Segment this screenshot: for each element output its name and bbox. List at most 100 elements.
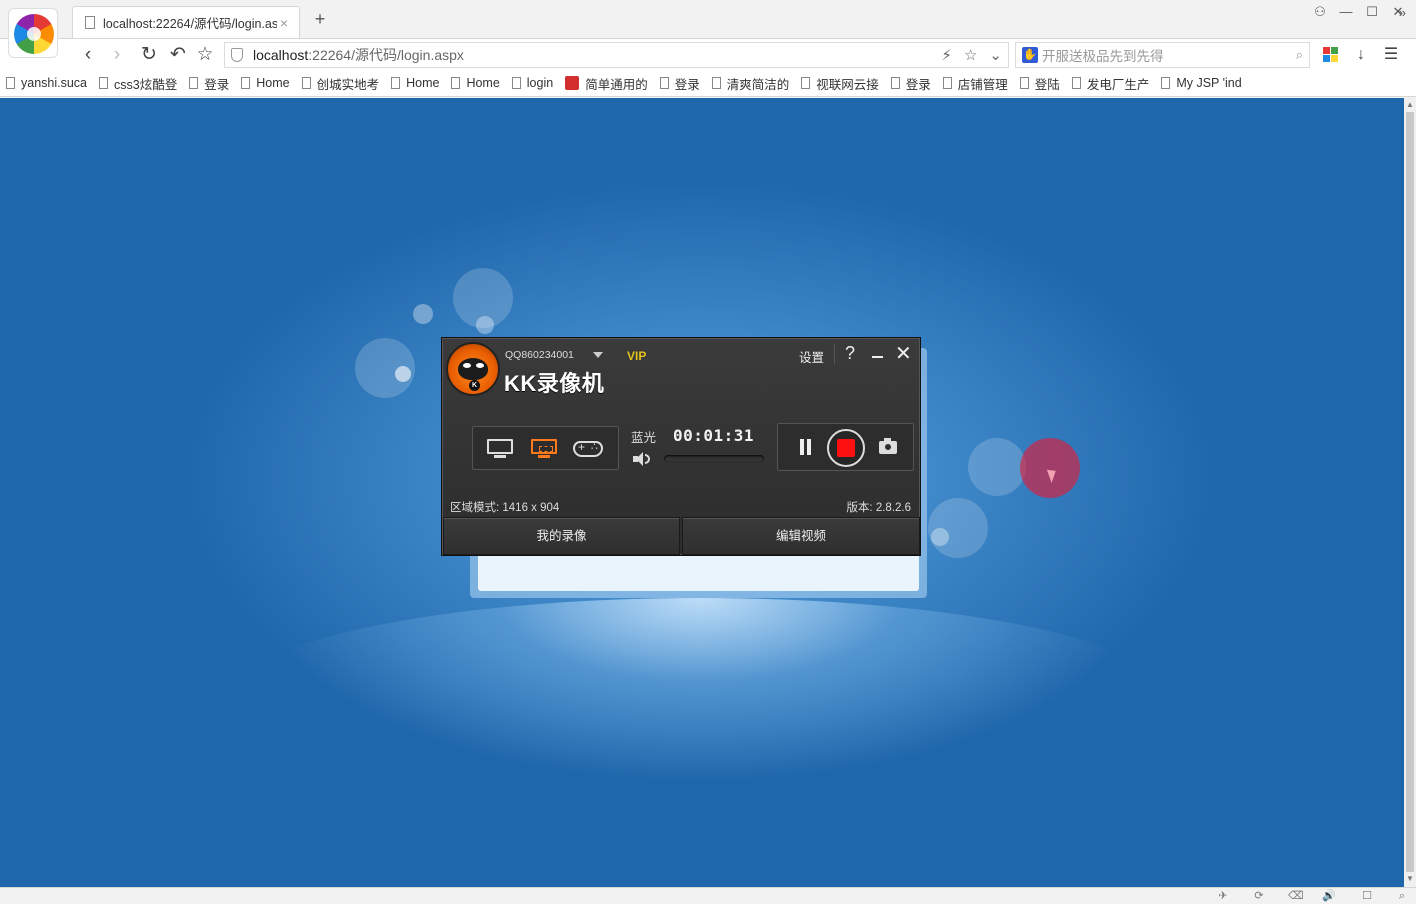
decor-bubble bbox=[931, 528, 949, 546]
chevron-down-icon[interactable]: ⌄ bbox=[989, 46, 1002, 64]
recording-timer: 00:01:31 bbox=[673, 426, 755, 445]
page-icon bbox=[1161, 77, 1171, 89]
bookmark-item[interactable]: 视联网云接 bbox=[801, 74, 879, 93]
toolbar: ‹ › ↻ ↶ ☆ localhost :22264/源代码/login.asp… bbox=[0, 38, 1416, 70]
bookmark-item[interactable]: 创城实地考 bbox=[301, 74, 379, 93]
search-icon[interactable]: ⌕ bbox=[1296, 47, 1303, 63]
search-box[interactable]: ✋ 开服送极品先到先得 ⌕ bbox=[1015, 42, 1310, 68]
bookmark-item[interactable]: 清爽简洁的 bbox=[711, 74, 790, 93]
menu-icon[interactable]: ☰ bbox=[1379, 43, 1403, 67]
accelerate-icon[interactable]: ✈ bbox=[1216, 890, 1230, 902]
bookmark-item[interactable]: 店铺管理 bbox=[942, 74, 1008, 93]
stop-record-button[interactable] bbox=[827, 429, 865, 467]
region-monitor-icon bbox=[531, 439, 557, 454]
favorite-button[interactable]: ☆ bbox=[193, 43, 217, 67]
account-dropdown-icon[interactable] bbox=[593, 352, 603, 358]
bookmark-label: 清爽简洁的 bbox=[726, 77, 790, 92]
bookmark-item[interactable]: 登录 bbox=[890, 74, 931, 93]
back-button[interactable]: ‹ bbox=[76, 43, 100, 67]
page-icon bbox=[451, 77, 461, 89]
bookmark-item[interactable]: 发电厂生产 bbox=[1071, 74, 1150, 93]
page-icon bbox=[391, 77, 401, 89]
volume-slider[interactable] bbox=[664, 455, 764, 463]
bookmark-label: 发电厂生产 bbox=[1086, 77, 1150, 92]
reload-button[interactable]: ↻ bbox=[137, 43, 161, 67]
bookmark-item[interactable]: login bbox=[511, 76, 553, 90]
monitor-stand bbox=[494, 455, 506, 458]
clear-icon[interactable]: ⌫ bbox=[1288, 890, 1304, 902]
tab-close-icon[interactable]: × bbox=[277, 15, 291, 31]
monitor-stand bbox=[538, 455, 550, 458]
bookmark-item[interactable]: css3炫酷登 bbox=[99, 74, 177, 93]
address-bar[interactable]: localhost :22264/源代码/login.aspx ⚡ ☆ ⌄ bbox=[224, 42, 1009, 68]
quality-selector[interactable]: 蓝光 bbox=[631, 427, 656, 446]
bookmark-label: Home bbox=[406, 76, 440, 90]
page-icon bbox=[659, 77, 669, 89]
url-host: localhost bbox=[253, 47, 309, 63]
title-bar: localhost:22264/源代码/login.aspx × + ⚇ — ☐… bbox=[0, 0, 1416, 58]
skin-icon[interactable]: ⚇ bbox=[1308, 2, 1332, 22]
scroll-thumb[interactable] bbox=[1406, 112, 1414, 872]
undo-close-button[interactable]: ↶ bbox=[166, 43, 190, 67]
status-bar: ✈ ⟳ ⌫ 🔊 ☐ ⌕ bbox=[0, 887, 1416, 904]
page-icon bbox=[189, 77, 199, 89]
page-icon bbox=[711, 77, 721, 89]
minimize-button[interactable] bbox=[872, 356, 883, 358]
account-name[interactable]: QQ860234001 bbox=[505, 349, 574, 361]
scroll-up-icon[interactable]: ▲ bbox=[1404, 100, 1416, 109]
scroll-down-icon[interactable]: ▼ bbox=[1404, 874, 1416, 883]
fullscreen-mode-button[interactable] bbox=[486, 437, 514, 459]
new-tab-button[interactable]: + bbox=[310, 9, 330, 29]
gamepad-icon bbox=[573, 440, 603, 457]
star-icon[interactable]: ☆ bbox=[964, 46, 977, 64]
page-icon bbox=[301, 77, 311, 89]
volume-icon[interactable] bbox=[633, 452, 651, 466]
settings-button[interactable]: 设置 bbox=[799, 347, 824, 366]
bookmark-label: Home bbox=[466, 76, 500, 90]
bookmarks-bar: yanshi.suca css3炫酷登 登录 Home 创城实地考 Home Home log… bbox=[0, 70, 1416, 97]
browser-logo-icon[interactable] bbox=[8, 8, 58, 58]
capture-mode-group bbox=[472, 426, 619, 470]
bookmark-item[interactable]: 登陆 bbox=[1019, 74, 1060, 93]
my-videos-button[interactable]: 我的录像 bbox=[443, 517, 680, 555]
close-button[interactable]: ✕ bbox=[895, 341, 912, 366]
bookmark-item[interactable]: yanshi.suca bbox=[6, 76, 87, 90]
page-icon bbox=[1071, 77, 1081, 89]
bookmark-item[interactable]: Home bbox=[451, 76, 500, 90]
zoom-icon[interactable]: ⌕ bbox=[1395, 890, 1409, 902]
bookmark-item[interactable]: 简单通用的 bbox=[565, 74, 648, 93]
region-mode-button[interactable] bbox=[530, 437, 558, 459]
camera-icon[interactable] bbox=[879, 438, 897, 454]
bookmark-label: 登录 bbox=[204, 77, 230, 92]
window-icon[interactable]: ☐ bbox=[1360, 890, 1374, 902]
region-mode-info: 区域模式: 1416 x 904 bbox=[450, 502, 560, 514]
search-placeholder: 开服送极品先到先得 bbox=[1042, 49, 1164, 64]
lightning-icon[interactable]: ⚡ bbox=[941, 46, 952, 64]
page-icon bbox=[99, 77, 109, 89]
vip-badge[interactable]: VIP bbox=[627, 349, 646, 363]
bookmark-item[interactable]: 登录 bbox=[189, 74, 229, 93]
refresh-icon[interactable]: ⟳ bbox=[1252, 890, 1266, 902]
forward-button[interactable]: › bbox=[105, 43, 129, 67]
bookmark-label: css3炫酷登 bbox=[114, 77, 178, 92]
pause-icon[interactable] bbox=[800, 439, 812, 455]
monitor-icon bbox=[487, 439, 513, 454]
decor-bubble bbox=[476, 316, 494, 334]
download-icon[interactable]: ↓ bbox=[1349, 43, 1373, 67]
apps-grid-icon[interactable] bbox=[1318, 43, 1342, 67]
edit-video-button[interactable]: 编辑视频 bbox=[682, 517, 920, 555]
bookmark-item[interactable]: Home bbox=[391, 76, 439, 90]
sound-icon[interactable]: 🔊 bbox=[1322, 890, 1336, 902]
help-button[interactable]: ? bbox=[845, 343, 855, 364]
maximize-button[interactable]: ☐ bbox=[1360, 2, 1384, 22]
bookmark-item[interactable]: My JSP 'ind bbox=[1161, 76, 1242, 90]
bookmark-item[interactable]: 登录 bbox=[659, 74, 700, 93]
tab-active[interactable]: localhost:22264/源代码/login.aspx × bbox=[72, 6, 300, 38]
bookmarks-overflow-icon[interactable]: » bbox=[1399, 5, 1406, 20]
page-icon bbox=[6, 77, 15, 89]
bookmark-item[interactable]: Home bbox=[241, 76, 290, 90]
game-mode-button[interactable] bbox=[573, 437, 603, 459]
kk-recorder-window: K QQ860234001 VIP KK录像机 设置 ? ✕ 蓝光 00:01:… bbox=[441, 337, 921, 556]
vertical-scrollbar[interactable]: ▲ ▼ bbox=[1404, 98, 1416, 887]
minimize-button[interactable]: — bbox=[1334, 2, 1358, 22]
